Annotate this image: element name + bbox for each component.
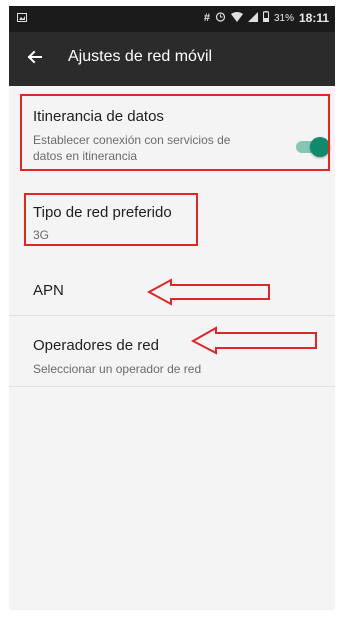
annotation-arrow-operators: [190, 326, 317, 355]
phone-screen: # 31% 18:11 Ajustes de red móvil Itinera…: [9, 6, 335, 610]
